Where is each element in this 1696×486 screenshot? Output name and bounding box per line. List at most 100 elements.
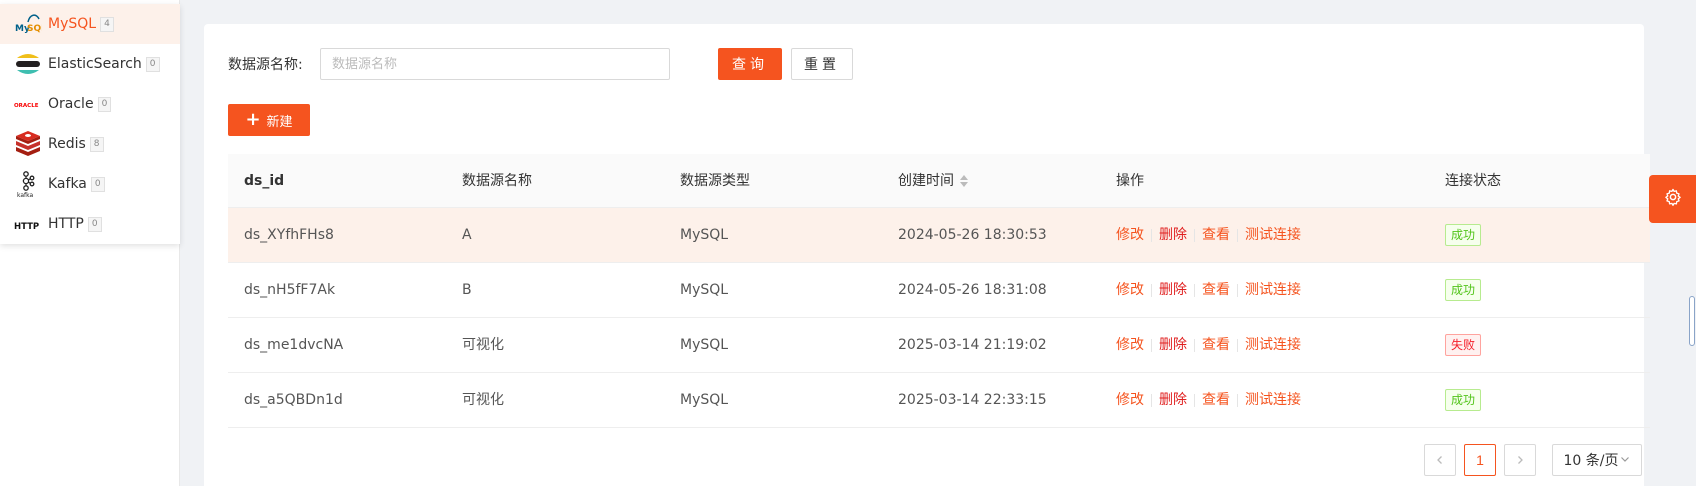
cell-id: ds_XYfhFHs8: [244, 227, 334, 243]
delete-link[interactable]: 删除: [1159, 208, 1187, 263]
divider: [1237, 284, 1238, 297]
http-logo-icon: HTTP: [14, 210, 42, 238]
svg-text:kafka: kafka: [17, 192, 34, 198]
cell-name: 可视化: [462, 392, 504, 408]
reset-button[interactable]: 重置: [791, 48, 853, 80]
new-button[interactable]: + 新建: [228, 104, 310, 136]
edit-link[interactable]: 修改: [1116, 208, 1144, 263]
cell-actions: 修改 删除 查看 测试连接: [1116, 318, 1301, 373]
cell-id: ds_a5QBDn1d: [244, 392, 343, 408]
cell-status: 成功: [1445, 208, 1482, 263]
sidebar-item-label: Kafka: [48, 176, 87, 192]
cell-status: 成功: [1445, 373, 1482, 428]
column-header-name: 数据源名称: [462, 173, 532, 189]
datasource-type-list: My SQL MySQL4 ElasticSearch0 ORACLE: [0, 4, 180, 244]
status-badge: 成功: [1445, 224, 1482, 246]
edit-link[interactable]: 修改: [1116, 373, 1144, 428]
view-link[interactable]: 查看: [1202, 318, 1230, 373]
table-row: ds_XYfhFHs8 A MySQL 2024-05-26 18:30:53 …: [228, 208, 1650, 263]
count-badge: 0: [87, 216, 102, 232]
new-button-label: 新建: [266, 114, 293, 130]
page-size-select[interactable]: 10 条/页: [1552, 444, 1642, 476]
chevron-right-icon: [1515, 452, 1525, 468]
column-header-status: 连接状态: [1445, 173, 1501, 189]
sidebar-item-http[interactable]: HTTP HTTP 0: [0, 204, 180, 244]
column-header-actions: 操作: [1116, 173, 1144, 189]
divider: [1194, 284, 1195, 297]
table-row: ds_a5QBDn1d 可视化 MySQL 2025-03-14 22:33:1…: [228, 373, 1650, 428]
column-header-type: 数据源类型: [680, 173, 750, 189]
count-badge: 8: [89, 136, 104, 152]
column-header-created[interactable]: 创建时间: [898, 154, 968, 208]
table-row: ds_nH5fF7Ak B MySQL 2024-05-26 18:31:08 …: [228, 263, 1650, 318]
divider: [1237, 339, 1238, 352]
svg-text:ORACLE: ORACLE: [14, 103, 39, 109]
next-page-button[interactable]: [1504, 444, 1536, 476]
column-header-created-label: 创建时间: [898, 173, 954, 189]
status-badge: 成功: [1445, 389, 1482, 411]
divider: [1151, 284, 1152, 297]
sidebar-item-kafka[interactable]: kafka Kafka 0: [0, 164, 180, 204]
gear-icon: [1664, 188, 1682, 210]
edit-link[interactable]: 修改: [1116, 263, 1144, 318]
divider: [1194, 394, 1195, 407]
settings-float-button[interactable]: [1649, 175, 1696, 223]
divider: [1151, 394, 1152, 407]
search-input[interactable]: [320, 48, 670, 80]
svg-text:SQL: SQL: [27, 24, 42, 34]
mysql-logo-icon: My SQL: [14, 10, 42, 38]
cell-actions: 修改 删除 查看 测试连接: [1116, 263, 1301, 318]
view-link[interactable]: 查看: [1202, 263, 1230, 318]
sidebar-item-label: Redis: [48, 136, 86, 152]
delete-link[interactable]: 删除: [1159, 373, 1187, 428]
divider: [1194, 229, 1195, 242]
delete-link[interactable]: 删除: [1159, 318, 1187, 373]
query-button[interactable]: 查询: [718, 48, 782, 80]
sidebar-item-label: ElasticSearch: [48, 56, 142, 72]
table-header: ds_id 数据源名称 数据源类型 创建时间 操作 连接状态: [228, 154, 1650, 208]
page-button[interactable]: 1: [1464, 444, 1496, 476]
divider: [1194, 339, 1195, 352]
cell-name: A: [462, 227, 472, 243]
sidebar-item-label: MySQL: [48, 16, 97, 32]
test-connection-link[interactable]: 测试连接: [1245, 373, 1301, 428]
cell-created: 2025-03-14 22:33:15: [898, 392, 1047, 408]
prev-page-button[interactable]: [1424, 444, 1456, 476]
kafka-logo-icon: kafka: [14, 170, 42, 198]
cell-actions: 修改 删除 查看 测试连接: [1116, 373, 1301, 428]
redis-logo-icon: [14, 130, 42, 158]
cell-type: MySQL: [680, 227, 729, 243]
test-connection-link[interactable]: 测试连接: [1245, 208, 1301, 263]
sidebar-item-oracle[interactable]: ORACLE Oracle 0: [0, 84, 180, 124]
plus-icon: +: [245, 109, 261, 130]
cell-name: 可视化: [462, 337, 504, 353]
view-link[interactable]: 查看: [1202, 373, 1230, 428]
view-link[interactable]: 查看: [1202, 208, 1230, 263]
sidebar-item-label: HTTP: [48, 216, 84, 232]
scrollbar-thumb[interactable]: [1689, 296, 1695, 346]
table-row: ds_me1dvcNA 可视化 MySQL 2025-03-14 21:19:0…: [228, 318, 1650, 373]
count-badge: 4: [100, 16, 114, 32]
edit-link[interactable]: 修改: [1116, 318, 1144, 373]
divider: [1237, 229, 1238, 242]
cell-created: 2024-05-26 18:30:53: [898, 227, 1047, 243]
search-label: 数据源名称:: [228, 57, 303, 73]
count-badge: 0: [145, 56, 160, 72]
test-connection-link[interactable]: 测试连接: [1245, 318, 1301, 373]
test-connection-link[interactable]: 测试连接: [1245, 263, 1301, 318]
cell-name: B: [462, 282, 472, 298]
sidebar: My SQL MySQL4 ElasticSearch0 ORACLE: [0, 0, 180, 486]
divider: [1237, 394, 1238, 407]
delete-link[interactable]: 删除: [1159, 263, 1187, 318]
sort-icon[interactable]: [960, 174, 968, 188]
sidebar-item-label: Oracle: [48, 96, 94, 112]
cell-actions: 修改 删除 查看 测试连接: [1116, 208, 1301, 263]
sidebar-item-elasticsearch[interactable]: ElasticSearch 0: [0, 44, 180, 84]
divider: [1151, 339, 1152, 352]
sidebar-item-mysql[interactable]: My SQL MySQL4: [0, 4, 180, 44]
cell-type: MySQL: [680, 392, 729, 408]
cell-type: MySQL: [680, 282, 729, 298]
status-badge: 失败: [1445, 334, 1482, 356]
cell-created: 2025-03-14 21:19:02: [898, 337, 1047, 353]
sidebar-item-redis[interactable]: Redis 8: [0, 124, 180, 164]
